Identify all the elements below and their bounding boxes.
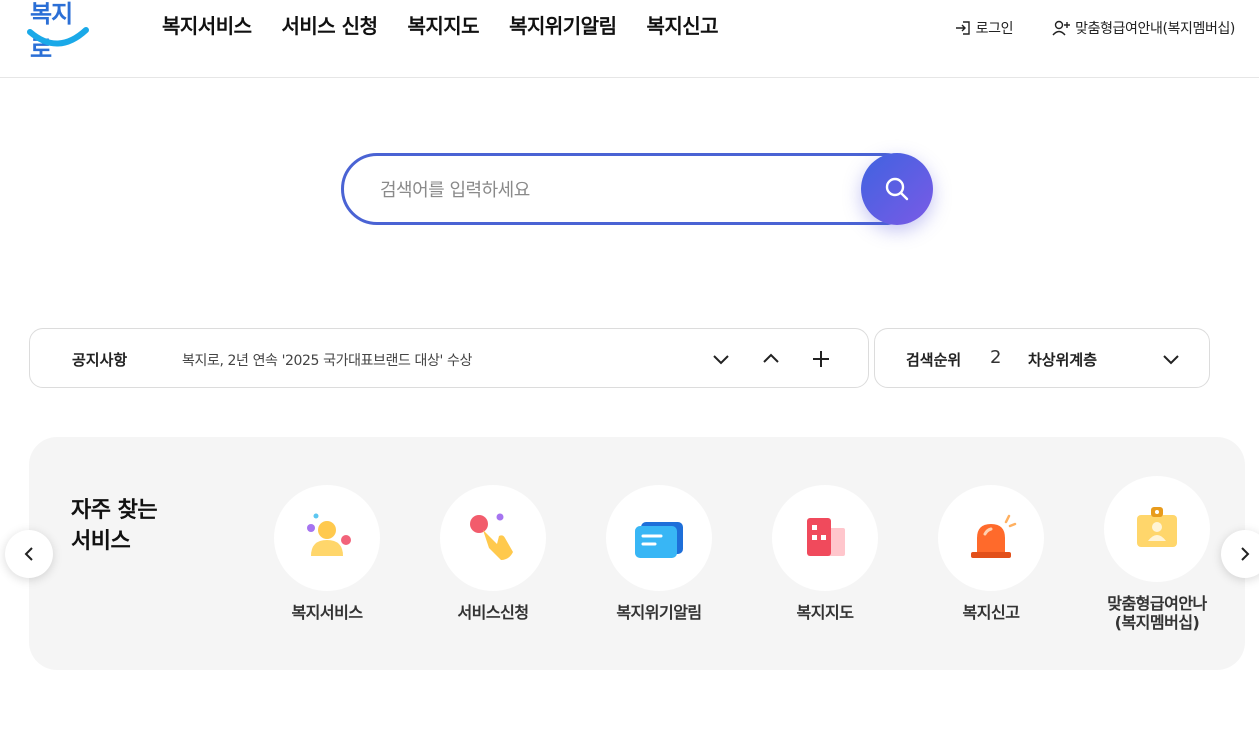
chevron-left-icon [24, 547, 33, 561]
service-label-line1: 맞춤형급여안나 [1107, 594, 1207, 613]
service-icon-circle [274, 485, 380, 591]
service-item-welfare[interactable]: 복지서비스 [257, 485, 397, 622]
service-item-map[interactable]: 복지지도 [755, 485, 895, 622]
login-icon [955, 21, 970, 35]
search-box [341, 153, 921, 225]
site-header: 복지로 복지서비스 서비스 신청 복지지도 복지위기알림 복지신고 로그인 맞춤… [0, 0, 1259, 78]
search-ranking: 검색순위 2 차상위계층 [874, 328, 1210, 388]
utility-menu: 로그인 맞춤형급여안내(복지멤버십) [954, 18, 1235, 38]
login-link[interactable]: 로그인 [954, 18, 1014, 38]
service-item-apply[interactable]: 서비스신청 [423, 485, 563, 622]
notice-more-button[interactable] [807, 345, 835, 373]
service-label: 맞춤형급여안나 (복지멤버십) [1087, 594, 1227, 632]
frequent-title-line1: 자주 찾는 [71, 498, 158, 523]
service-item-report[interactable]: 복지신고 [921, 485, 1061, 622]
chevron-up-icon [763, 353, 779, 363]
nav-welfare-map[interactable]: 복지지도 [407, 10, 479, 39]
service-icon-circle [606, 485, 712, 591]
search-input[interactable] [380, 176, 850, 204]
frequent-services: 자주 찾는 서비스 복지서비스 서비스신청 복지위기알림 복지지도 복지신고 맞… [29, 437, 1245, 670]
notice-text[interactable]: 복지로, 2년 연속 '2025 국가대표브랜드 대상' 수상 [182, 350, 472, 370]
search-area [341, 153, 933, 225]
service-icon-circle [1104, 476, 1210, 582]
user-plus-icon [1052, 20, 1071, 36]
ranking-title: 검색순위 [906, 351, 962, 369]
service-icon-circle [772, 485, 878, 591]
nav-service-apply[interactable]: 서비스 신청 [282, 10, 378, 39]
service-item-crisis-alert[interactable]: 복지위기알림 [589, 485, 729, 622]
hand-tap-icon [470, 513, 513, 560]
chevron-down-icon [713, 355, 729, 365]
frequent-title: 자주 찾는 서비스 [71, 495, 158, 557]
search-icon [885, 177, 909, 201]
plus-icon [813, 351, 829, 367]
service-icon-circle [938, 485, 1044, 591]
service-label: 복지신고 [962, 603, 1020, 622]
ranking-keyword[interactable]: 차상위계층 [1028, 349, 1097, 370]
logo[interactable]: 복지로 [26, 0, 92, 63]
frequent-title-line2: 서비스 [71, 529, 131, 554]
nav-welfare-service[interactable]: 복지서비스 [162, 10, 252, 39]
service-icon-circle [440, 485, 546, 591]
building-map-icon [807, 518, 845, 556]
notice-prev-button[interactable] [757, 345, 785, 373]
notice-title: 공지사항 [72, 351, 128, 369]
main-nav: 복지서비스 서비스 신청 복지지도 복지위기알림 복지신고 [162, 10, 719, 39]
ranking-expand-button[interactable] [1157, 345, 1185, 373]
id-card-icon [1137, 507, 1177, 547]
chevron-right-icon [1241, 547, 1250, 561]
chevron-down-icon [1163, 355, 1179, 365]
notice-bar: 공지사항 복지로, 2년 연속 '2025 국가대표브랜드 대상' 수상 [29, 328, 869, 388]
membership-label: 맞춤형급여안내(복지멤버십) [1075, 21, 1235, 37]
nav-crisis-alert[interactable]: 복지위기알림 [509, 10, 617, 39]
service-item-membership[interactable]: 맞춤형급여안나 (복지멤버십) [1087, 476, 1227, 632]
membership-link[interactable]: 맞춤형급여안내(복지멤버십) [1051, 18, 1235, 38]
carousel-prev-button[interactable] [5, 530, 53, 578]
logo-smile-icon [27, 27, 89, 47]
service-label: 복지지도 [796, 603, 854, 622]
ranking-number: 2 [990, 347, 1002, 368]
login-label: 로그인 [975, 21, 1014, 37]
siren-icon [971, 514, 1017, 558]
service-label: 복지서비스 [291, 603, 363, 622]
service-label: 복지위기알림 [616, 603, 702, 622]
message-icon [635, 522, 683, 558]
notice-next-button[interactable] [707, 345, 735, 373]
search-button[interactable] [861, 153, 933, 225]
service-label-line2: (복지멤버십) [1114, 613, 1200, 632]
people-icon [307, 513, 351, 556]
service-label: 서비스신청 [457, 603, 529, 622]
nav-welfare-report[interactable]: 복지신고 [646, 10, 718, 39]
